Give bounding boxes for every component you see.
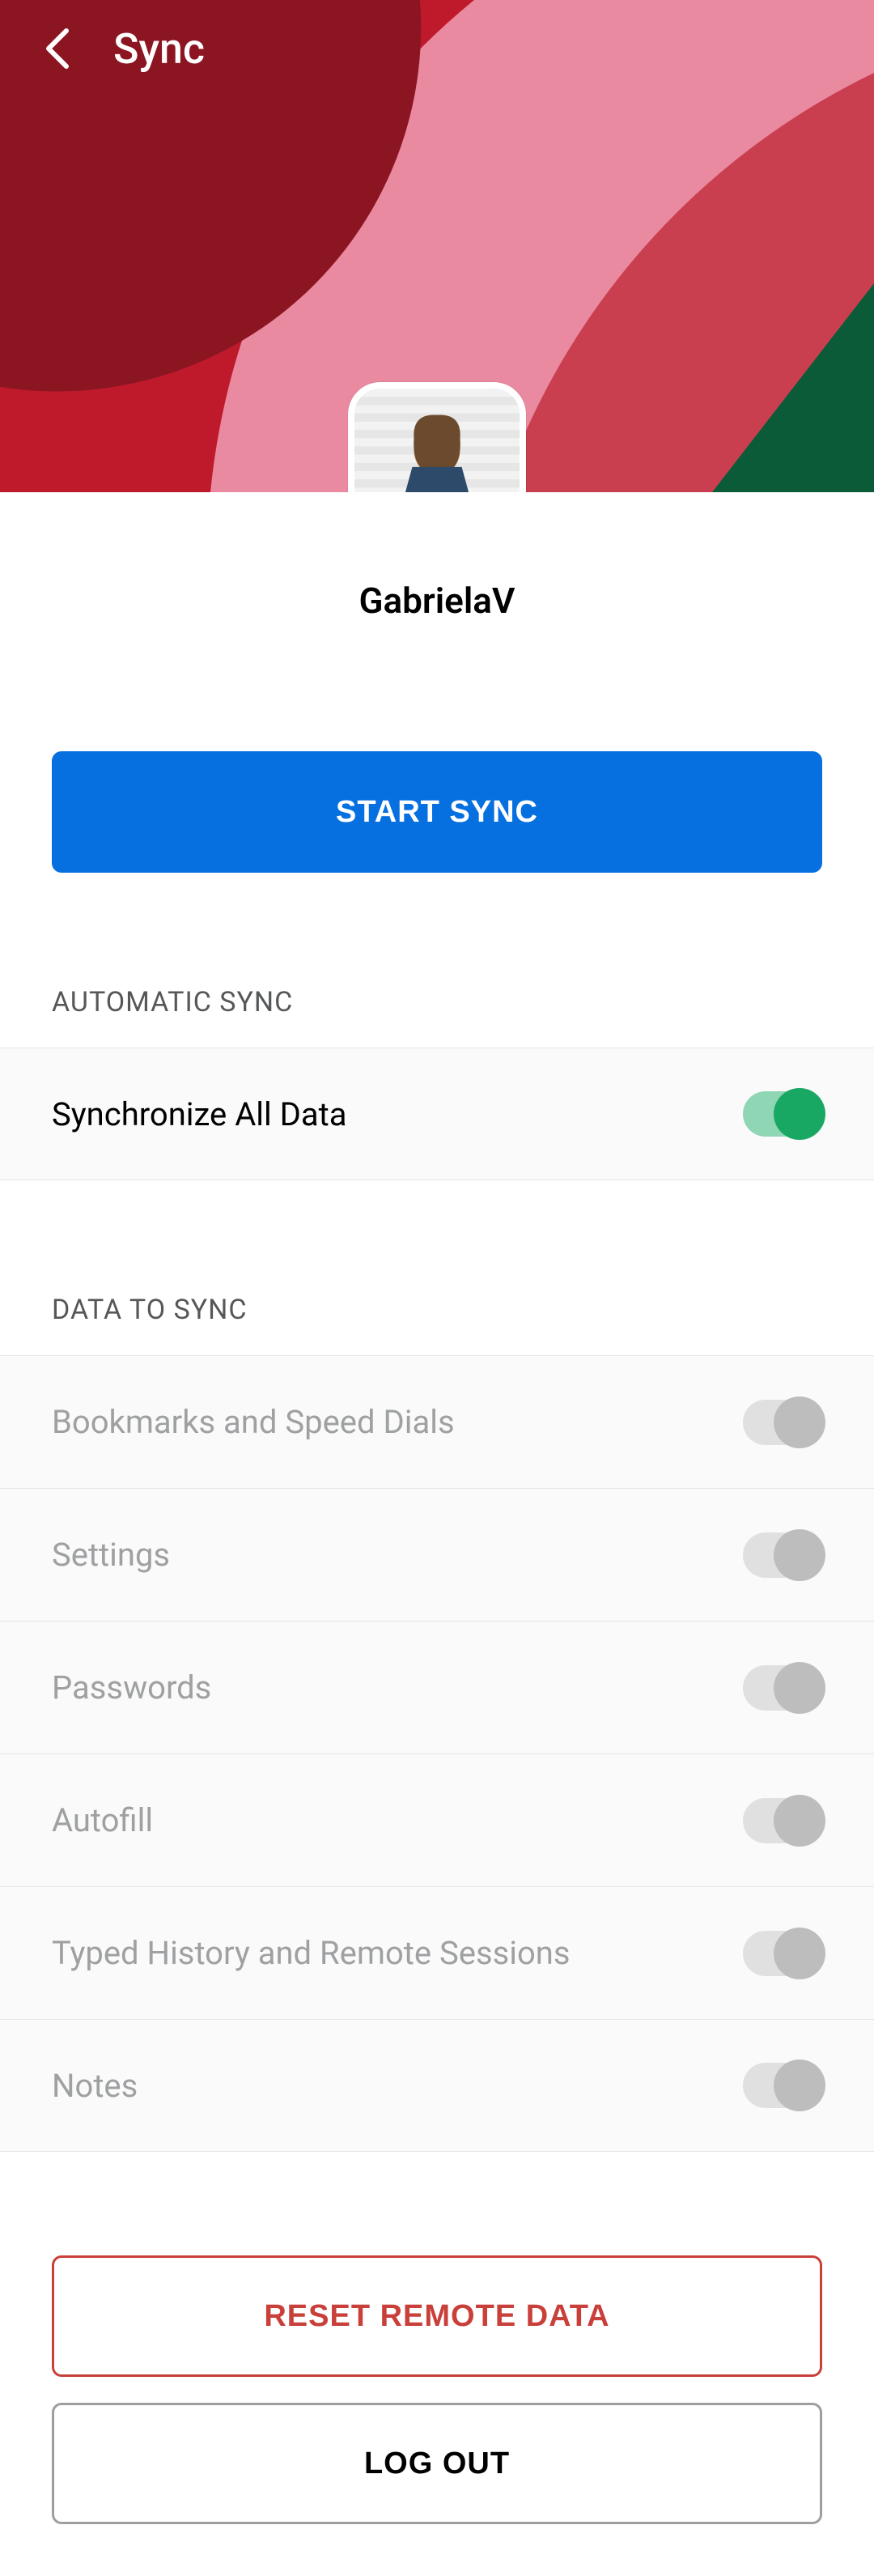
page-title: Sync	[113, 24, 205, 74]
row-label: Notes	[52, 2067, 138, 2105]
log-out-button[interactable]: LOG OUT	[52, 2403, 822, 2524]
row-label: Autofill	[52, 1801, 153, 1839]
toggle-bookmarks	[743, 1400, 822, 1445]
row-settings: Settings	[0, 1488, 874, 1621]
avatar[interactable]	[348, 382, 526, 492]
row-notes: Notes	[0, 2019, 874, 2152]
toggle-synchronize-all[interactable]	[743, 1091, 822, 1137]
reset-remote-data-button[interactable]: RESET REMOTE DATA	[52, 2255, 822, 2377]
section-header-automatic: AUTOMATIC SYNC	[0, 873, 874, 1048]
data-to-sync-group: Bookmarks and Speed Dials Settings Passw…	[0, 1355, 874, 2152]
section-header-data-to-sync: DATA TO SYNC	[0, 1180, 874, 1355]
row-bookmarks: Bookmarks and Speed Dials	[0, 1355, 874, 1488]
back-icon[interactable]	[32, 24, 81, 73]
start-sync-button[interactable]: START SYNC	[52, 751, 822, 873]
row-synchronize-all[interactable]: Synchronize All Data	[0, 1048, 874, 1180]
row-autofill: Autofill	[0, 1753, 874, 1886]
row-label: Typed History and Remote Sessions	[52, 1934, 571, 1972]
header-hero: Sync	[0, 0, 874, 492]
automatic-sync-group: Synchronize All Data	[0, 1048, 874, 1180]
avatar-image	[354, 389, 520, 492]
row-typed-history: Typed History and Remote Sessions	[0, 1886, 874, 2019]
toggle-typed-history	[743, 1931, 822, 1976]
toggle-autofill	[743, 1798, 822, 1843]
toggle-notes	[743, 2063, 822, 2108]
row-label: Synchronize All Data	[52, 1095, 347, 1133]
row-label: Settings	[52, 1536, 170, 1574]
toggle-passwords	[743, 1665, 822, 1711]
toggle-settings	[743, 1532, 822, 1578]
row-label: Bookmarks and Speed Dials	[52, 1403, 455, 1441]
row-label: Passwords	[52, 1668, 211, 1707]
username: GabrielaV	[0, 580, 874, 622]
row-passwords: Passwords	[0, 1621, 874, 1753]
bottom-actions: RESET REMOTE DATA LOG OUT	[0, 2152, 874, 2576]
